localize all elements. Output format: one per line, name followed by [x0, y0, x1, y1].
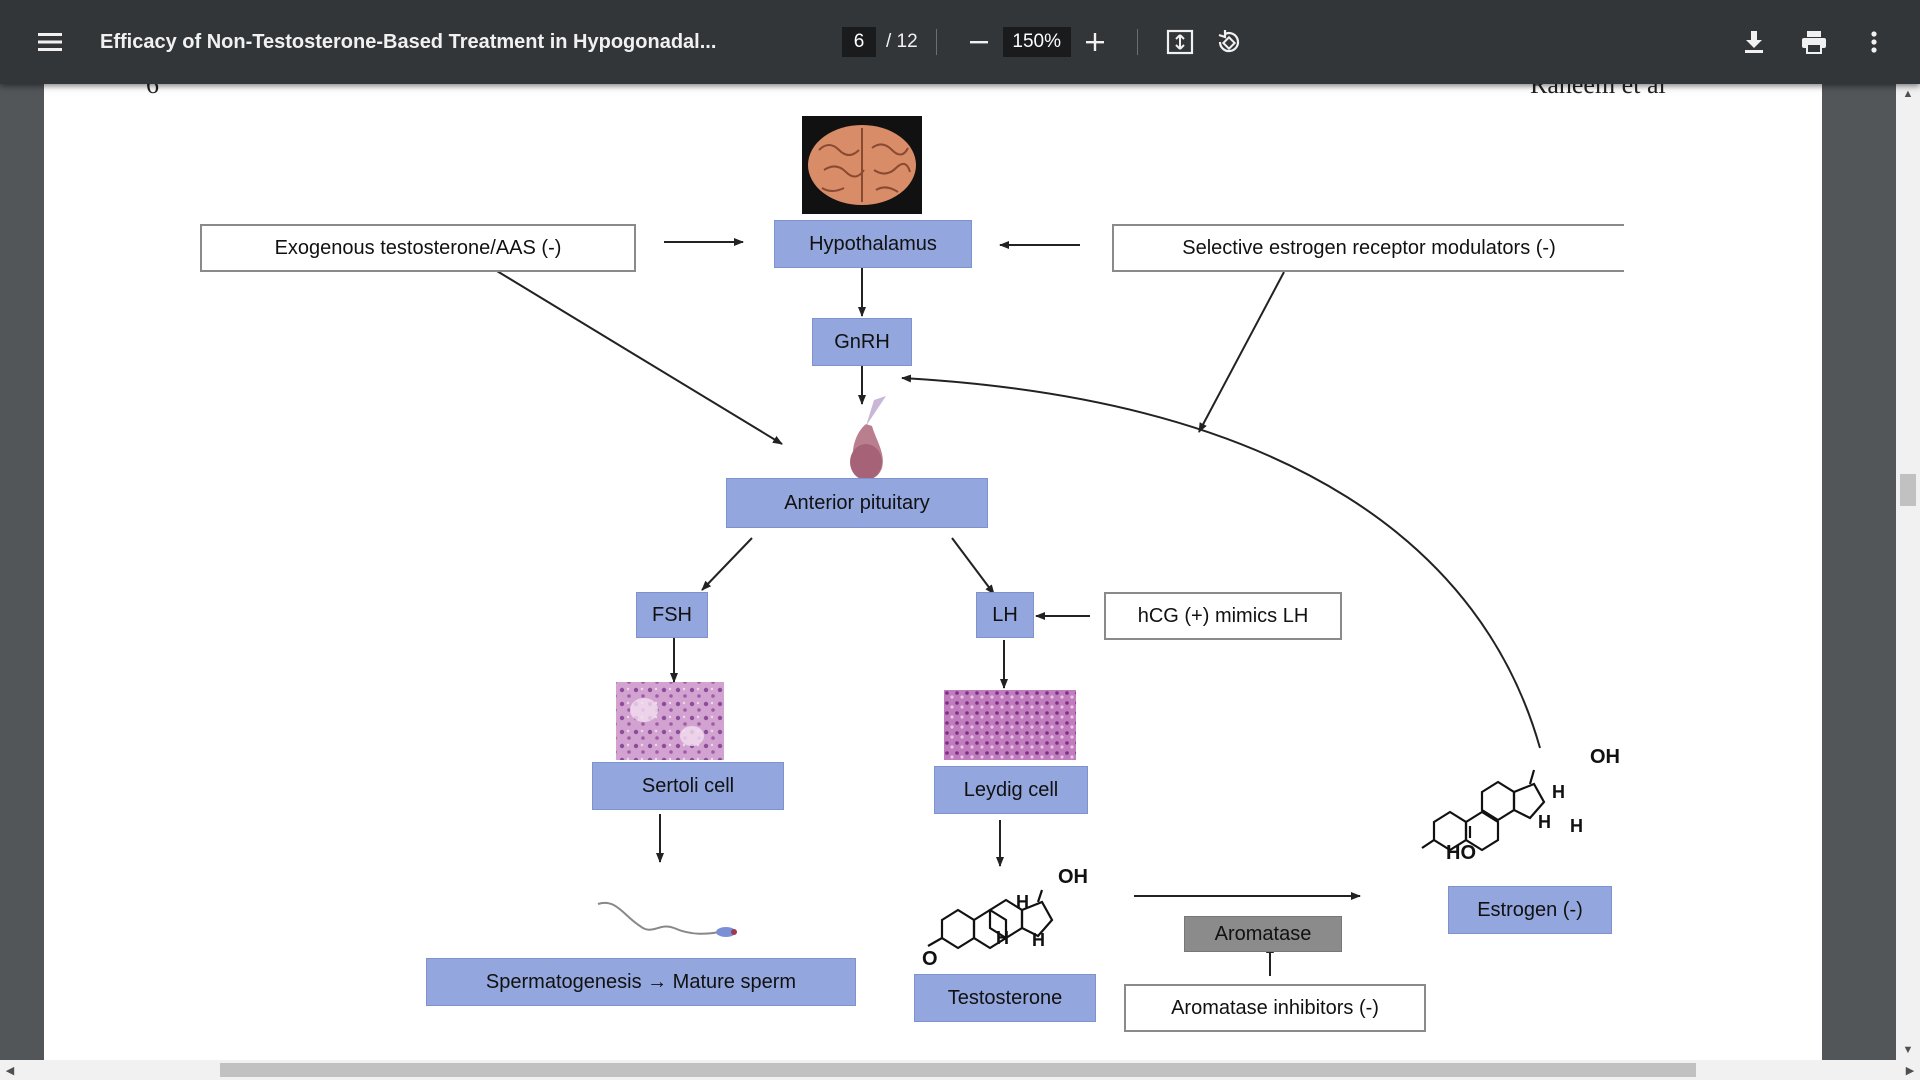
aromatase-inhibitors-box: Aromatase inhibitors (-)	[1124, 984, 1426, 1032]
sperm-image	[597, 901, 737, 937]
menu-button[interactable]	[26, 18, 74, 66]
spermatogenesis-box: Spermatogenesis → Mature sperm	[426, 958, 856, 1006]
estrogen-ho-label: HO	[1446, 842, 1476, 864]
pituitary-image	[850, 396, 886, 480]
scroll-right-icon[interactable]: ▶	[1900, 1060, 1920, 1080]
scroll-left-icon[interactable]: ◀	[0, 1060, 20, 1080]
page-total: / 12	[886, 31, 918, 52]
menu-icon	[38, 33, 62, 51]
exogenous-testosterone-box: Exogenous testosterone/AAS (-)	[200, 224, 636, 272]
estrogen-box: Estrogen (-)	[1448, 886, 1612, 934]
separator	[935, 29, 937, 55]
testosterone-box: Testosterone	[914, 974, 1096, 1022]
testosterone-o-label: O	[922, 948, 938, 970]
estrogen-h-label: H	[1570, 816, 1583, 836]
minus-icon	[969, 41, 988, 44]
serm-box: Selective estrogen receptor modulators (…	[1112, 224, 1624, 272]
zoom-in-button[interactable]	[1071, 18, 1119, 66]
aromatase-box: Aromatase	[1184, 916, 1342, 952]
testosterone-h-label: H	[996, 928, 1009, 948]
sertoli-cell-box: Sertoli cell	[592, 762, 784, 810]
estrogen-h-label: H	[1538, 812, 1551, 832]
vertical-scroll-thumb[interactable]	[1900, 474, 1916, 506]
testosterone-h-label: H	[1016, 892, 1029, 912]
plus-icon	[1085, 33, 1104, 51]
vertical-scrollbar[interactable]: ▲ ▼	[1896, 84, 1920, 1060]
sertoli-tissue-image	[616, 682, 724, 760]
fit-page-button[interactable]	[1156, 18, 1204, 66]
right-tools	[1730, 18, 1898, 66]
brain-image	[802, 116, 922, 214]
rotate-button[interactable]	[1204, 18, 1252, 66]
more-actions-button[interactable]	[1850, 18, 1898, 66]
fsh-box: FSH	[636, 592, 708, 638]
leydig-tissue-image	[944, 690, 1076, 760]
testosterone-oh-label: OH	[1058, 866, 1088, 888]
pdf-viewer[interactable]: 6 Raheem et al OH H H H O OH H H H HO Ex…	[0, 84, 1920, 1060]
zoom-input[interactable]	[1002, 27, 1071, 57]
print-button[interactable]	[1790, 18, 1838, 66]
estrogen-oh-label: OH	[1590, 746, 1620, 768]
zoom-out-button[interactable]	[955, 18, 1003, 66]
leydig-cell-box: Leydig cell	[934, 766, 1088, 814]
page-number-input[interactable]	[842, 27, 876, 57]
estrogen-h-label: H	[1552, 782, 1565, 802]
horizontal-scrollbar[interactable]: ◀ ▶	[0, 1060, 1920, 1080]
print-icon	[1802, 31, 1826, 54]
separator	[1136, 29, 1138, 55]
more-vert-icon	[1871, 31, 1877, 53]
estrogen-structure	[1421, 769, 1546, 852]
rotate-icon	[1218, 30, 1239, 53]
fit-page-icon	[1166, 29, 1193, 55]
hcg-box: hCG (+) mimics LH	[1104, 592, 1342, 640]
pdf-toolbar: Efficacy of Non-Testosterone-Based Treat…	[0, 0, 1920, 84]
scroll-down-icon[interactable]: ▼	[1896, 1040, 1920, 1060]
document-title: Efficacy of Non-Testosterone-Based Treat…	[100, 30, 717, 53]
gnrh-box: GnRH	[812, 318, 912, 366]
page-navigation: / 12	[842, 18, 1252, 66]
download-button[interactable]	[1730, 18, 1778, 66]
horizontal-scroll-thumb[interactable]	[220, 1063, 1696, 1077]
anterior-pituitary-box: Anterior pituitary	[726, 478, 988, 528]
scroll-up-icon[interactable]: ▲	[1896, 84, 1920, 104]
pdf-page: 6 Raheem et al OH H H H O OH H H H HO Ex…	[44, 84, 1822, 1060]
download-icon	[1745, 31, 1763, 53]
lh-box: LH	[976, 592, 1034, 638]
testosterone-h-label: H	[1032, 930, 1045, 950]
hypothalamus-box: Hypothalamus	[774, 220, 972, 268]
